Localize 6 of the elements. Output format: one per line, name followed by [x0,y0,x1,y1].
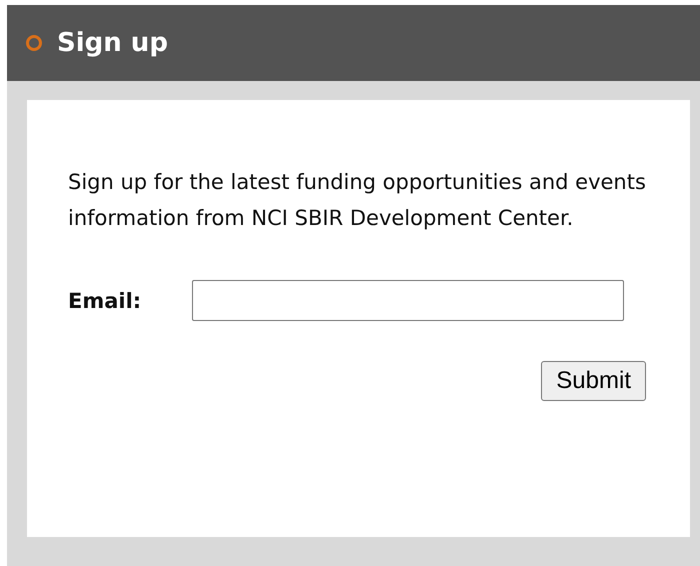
submit-button[interactable]: Submit [541,361,646,401]
email-field[interactable] [192,280,624,321]
email-label: Email: [68,288,142,312]
circle-icon [25,34,43,52]
intro-text: Sign up for the latest funding opportunities and events information from NCI SBIR Development Center. [68,169,647,232]
header-title: Sign up [57,28,168,58]
